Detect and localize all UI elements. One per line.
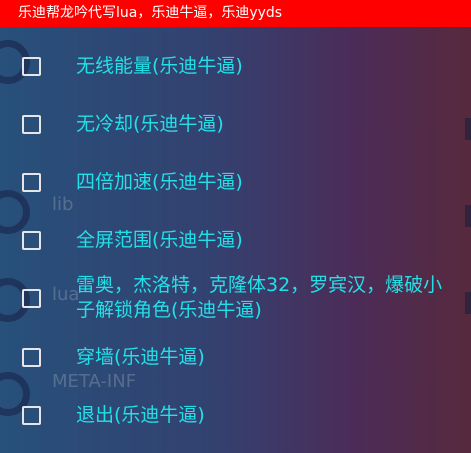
checkbox[interactable] — [22, 57, 41, 76]
checkbox[interactable] — [22, 173, 41, 192]
menu-item-label: 四倍加速(乐迪牛逼) — [76, 171, 243, 193]
checkbox[interactable] — [22, 348, 41, 367]
checkbox[interactable] — [22, 406, 41, 425]
menu-item-unlock-characters[interactable]: 雷奥，杰洛特，克隆体32，罗宾汉，爆破小子解锁角色(乐迪牛逼) — [0, 273, 471, 323]
menu-item-label: 雷奥，杰洛特，克隆体32，罗宾汉，爆破小子解锁角色(乐迪牛逼) — [76, 274, 443, 321]
menu-item-exit[interactable]: 退出(乐迪牛逼) — [0, 403, 471, 428]
title-banner: 乐迪帮龙吟代写lua，乐迪牛逼，乐迪yyds — [0, 0, 471, 27]
checkbox[interactable] — [22, 115, 41, 134]
checkbox[interactable] — [22, 231, 41, 250]
menu-item-wall-hack[interactable]: 穿墙(乐迪牛逼) — [0, 345, 471, 370]
menu-item-quad-speed[interactable]: 四倍加速(乐迪牛逼) — [0, 170, 471, 195]
menu-item-full-screen-range[interactable]: 全屏范围(乐迪牛逼) — [0, 228, 471, 253]
menu-item-label: 退出(乐迪牛逼) — [76, 404, 205, 426]
menu-item-no-cooldown[interactable]: 无冷却(乐迪牛逼) — [0, 112, 471, 137]
menu-item-label: 无线能量(乐迪牛逼) — [76, 55, 243, 77]
menu-item-label: 无冷却(乐迪牛逼) — [76, 113, 224, 135]
menu-item-label: 全屏范围(乐迪牛逼) — [76, 229, 243, 251]
menu-item-label: 穿墙(乐迪牛逼) — [76, 346, 205, 368]
checkbox[interactable] — [22, 289, 41, 308]
menu-item-wireless-energy[interactable]: 无线能量(乐迪牛逼) — [0, 54, 471, 79]
